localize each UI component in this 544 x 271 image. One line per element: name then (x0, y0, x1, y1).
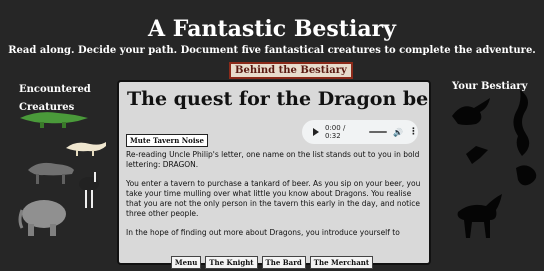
page-title: A Fantastic Bestiary (148, 16, 396, 42)
dragon-silhouette (452, 98, 490, 125)
card-title: The quest for the Dragon begins (127, 88, 429, 110)
bird-silhouette (466, 146, 488, 164)
crocodile-image[interactable] (18, 104, 90, 130)
audio-player[interactable]: 0:00 / 0:32 🔊 ⋮ (302, 120, 418, 144)
unicorn-silhouette (457, 194, 502, 238)
story-paragraph: You enter a tavern to purchase a tankard… (126, 179, 421, 218)
story-paragraph: In the hope of finding out more about Dr… (126, 228, 400, 237)
serpent-silhouette (513, 90, 530, 156)
play-icon[interactable] (313, 128, 319, 136)
nav-bard-button[interactable]: The Bard (261, 256, 306, 269)
story-paragraph: Re-reading Uncle Philip's letter, one na… (126, 150, 420, 169)
page-subtitle: Read along. Decide your path. Document f… (8, 45, 536, 56)
audio-progress-slider[interactable] (369, 131, 388, 133)
audio-time: 0:00 / 0:32 (325, 124, 346, 140)
ostrich-image[interactable] (76, 170, 102, 210)
story-card: The quest for the Dragon begins 0:00 / 0… (117, 80, 431, 265)
elephant-image[interactable] (16, 194, 72, 238)
nav-menu-button[interactable]: Menu (170, 256, 202, 269)
nav-bar: Menu The Knight The Bard The Merchant (0, 256, 544, 269)
nav-merchant-button[interactable]: The Merchant (309, 256, 374, 269)
behind-the-bestiary-button[interactable]: Behind the Bestiary (229, 62, 353, 79)
nav-knight-button[interactable]: The Knight (205, 256, 258, 269)
lizard-silhouette (516, 165, 537, 186)
ferret-image[interactable] (64, 136, 108, 158)
panther-image[interactable] (24, 156, 76, 186)
mute-tavern-noise-button[interactable]: Mute Tavern Noise (126, 134, 208, 147)
more-options-icon[interactable]: ⋮ (409, 127, 418, 137)
volume-icon[interactable]: 🔊 (393, 128, 403, 137)
